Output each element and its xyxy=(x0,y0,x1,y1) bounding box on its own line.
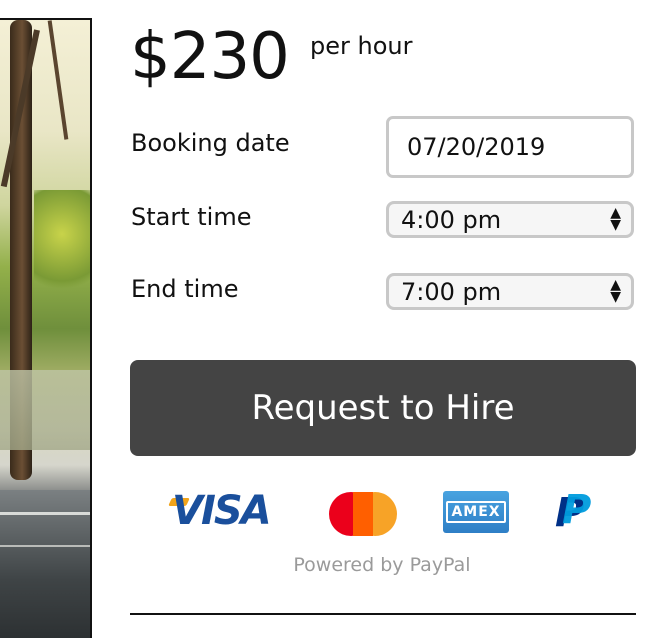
paypal-icon: PP xyxy=(555,487,592,536)
price-amount: $230 xyxy=(130,20,290,94)
request-to-hire-label: Request to Hire xyxy=(251,388,515,428)
price-unit: per hour xyxy=(310,32,413,60)
booking-date-label: Booking date xyxy=(131,129,290,157)
end-time-select[interactable]: 7:00 pm ▲ ▼ xyxy=(386,273,634,310)
start-time-label: Start time xyxy=(131,203,252,231)
visa-icon: VISA xyxy=(172,488,272,534)
start-time-value: 4:00 pm xyxy=(401,205,502,234)
payment-methods: VISA AMEX PP xyxy=(0,487,664,538)
divider xyxy=(130,613,636,615)
foliage xyxy=(34,190,90,300)
end-time-label: End time xyxy=(131,275,239,303)
request-to-hire-button[interactable]: Request to Hire xyxy=(130,360,636,456)
select-arrows-icon: ▲ ▼ xyxy=(610,205,621,233)
start-time-select[interactable]: 4:00 pm ▲ ▼ xyxy=(386,201,634,238)
select-arrows-icon: ▲ ▼ xyxy=(610,277,621,305)
listing-photo xyxy=(0,18,92,638)
road-line xyxy=(0,545,90,547)
amex-icon: AMEX xyxy=(443,491,509,533)
mastercard-icon xyxy=(329,492,397,536)
water xyxy=(0,370,90,450)
end-time-value: 7:00 pm xyxy=(401,277,502,306)
tree-branch xyxy=(47,20,69,140)
booking-date-input[interactable]: 07/20/2019 xyxy=(386,116,634,178)
powered-by-paypal: Powered by PayPal xyxy=(293,554,471,576)
